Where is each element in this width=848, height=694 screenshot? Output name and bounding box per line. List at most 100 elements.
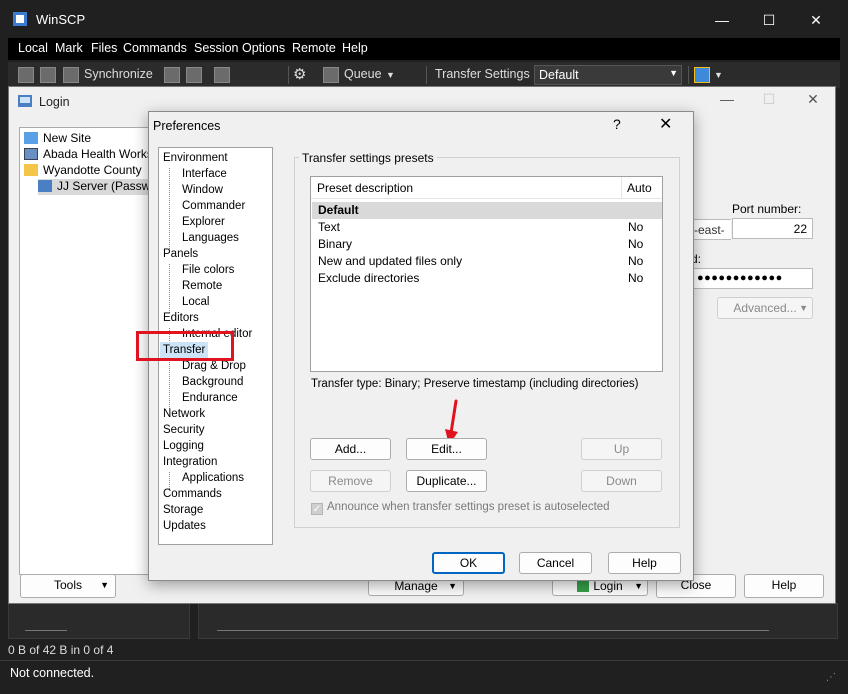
preset-row[interactable]: Binary No [312, 236, 662, 253]
nav-file-colors[interactable]: File colors [182, 262, 234, 278]
menu-files[interactable]: Files [91, 41, 117, 55]
new-site-icon [24, 132, 38, 144]
column-header-description[interactable]: Preset description [311, 177, 622, 199]
queue-icon[interactable] [323, 67, 339, 83]
resize-grip-icon[interactable]: ⋰ [826, 672, 836, 683]
add-preset-button[interactable]: Add... [310, 438, 391, 460]
gear-icon[interactable]: ⚙ [293, 65, 306, 83]
minimize-button[interactable]: — [707, 91, 747, 111]
menu-session[interactable]: Session [194, 41, 238, 55]
synchronize-label[interactable]: Synchronize [84, 67, 153, 81]
preset-description: Default [318, 203, 359, 217]
close-window-button[interactable]: ✕ [794, 6, 838, 34]
checkmark-icon: ✓ [311, 503, 323, 515]
site-label: Wyandotte County [43, 163, 142, 177]
advanced-label: Advanced... [733, 301, 797, 315]
menu-options[interactable]: Options [242, 41, 285, 55]
advanced-button[interactable]: Advanced... ▼ [717, 297, 813, 319]
nav-window[interactable]: Window [182, 182, 223, 198]
preset-description: New and updated files only [318, 254, 463, 268]
port-field[interactable]: 22 [732, 218, 813, 239]
local-panel [8, 603, 190, 639]
menu-commands[interactable]: Commands [123, 41, 187, 55]
nav-network[interactable]: Network [163, 406, 205, 422]
nav-integration[interactable]: Integration [163, 454, 217, 470]
console-icon[interactable] [164, 67, 180, 83]
nav-local[interactable]: Local [182, 294, 210, 310]
site-abada[interactable]: Abada Health Worksp [24, 147, 154, 163]
compare-icon[interactable] [18, 67, 34, 83]
nav-interface[interactable]: Interface [182, 166, 227, 182]
nav-background[interactable]: Background [182, 374, 243, 390]
presets-group-title: Transfer settings presets [299, 151, 437, 165]
chevron-down-icon[interactable]: ▼ [386, 70, 395, 80]
remote-panel [198, 603, 838, 639]
synchronize-icon[interactable] [63, 67, 79, 83]
host-name-field[interactable]: -east- [691, 219, 731, 240]
annotation-highlight-box [136, 331, 234, 361]
preset-row[interactable]: Exclude directories No [312, 270, 662, 287]
nav-languages[interactable]: Languages [182, 230, 239, 246]
cancel-button[interactable]: Cancel [519, 552, 592, 574]
menu-help[interactable]: Help [342, 41, 368, 55]
nav-updates[interactable]: Updates [163, 518, 206, 534]
menu-remote[interactable]: Remote [292, 41, 336, 55]
password-field[interactable]: ●●●●●●●●●●●● [691, 268, 813, 289]
maximize-button[interactable]: ☐ [747, 6, 791, 34]
nav-security[interactable]: Security [163, 422, 205, 438]
site-label: New Site [43, 131, 92, 145]
menu-local[interactable]: Local [18, 41, 48, 55]
transfer-settings-select[interactable]: Default ▼ [534, 65, 682, 85]
preset-row[interactable]: Default [312, 202, 662, 219]
queue-label[interactable]: Queue [344, 67, 382, 81]
preset-description: Text [318, 220, 341, 234]
nav-storage[interactable]: Storage [163, 502, 203, 518]
help-button[interactable]: Help [744, 574, 824, 598]
close-login-button[interactable]: ✕ [793, 91, 833, 111]
sync-browse-icon[interactable] [40, 67, 56, 83]
preset-row[interactable]: Text No [312, 219, 662, 236]
preferences-title: Preferences [153, 119, 221, 133]
site-label: JJ Server (Passwo [57, 179, 155, 193]
preferences-globe-icon[interactable] [694, 67, 710, 83]
site-new[interactable]: New Site [24, 131, 91, 147]
login-button-label: Login [593, 579, 623, 593]
site-tree[interactable]: New Site Abada Health Worksp Wyandotte C… [19, 127, 155, 575]
remove-preset-button[interactable]: Remove [310, 470, 391, 492]
toolbar-separator [288, 66, 289, 84]
tools-button[interactable]: Tools ▼ [20, 574, 116, 598]
presets-list[interactable]: Preset description Auto Default Text No … [310, 176, 663, 372]
nav-logging[interactable]: Logging [163, 438, 204, 454]
putty-icon[interactable] [186, 67, 202, 83]
nav-endurance[interactable]: Endurance [182, 390, 238, 406]
help-button[interactable]: Help [608, 552, 681, 574]
nav-panels[interactable]: Panels [163, 246, 198, 262]
nav-remote[interactable]: Remote [182, 278, 222, 294]
move-down-button[interactable]: Down [581, 470, 662, 492]
nav-applications[interactable]: Applications [182, 470, 244, 486]
minimize-button[interactable]: — [700, 6, 744, 34]
toolbar-separator [688, 66, 689, 84]
nav-environment[interactable]: Environment [163, 150, 228, 166]
help-glyph-button[interactable]: ? [613, 116, 621, 132]
move-up-button[interactable]: Up [581, 438, 662, 460]
nav-commander[interactable]: Commander [182, 198, 245, 214]
nav-commands[interactable]: Commands [163, 486, 222, 502]
announce-autoselect-checkbox[interactable]: ✓ Announce when transfer settings preset … [311, 501, 610, 515]
column-header-auto[interactable]: Auto [622, 177, 662, 199]
panel-divider [217, 630, 769, 631]
site-folder-wyandotte[interactable]: Wyandotte County [24, 163, 142, 179]
ok-button[interactable]: OK [432, 552, 505, 574]
edit-preset-button[interactable]: Edit... [406, 438, 487, 460]
close-icon[interactable]: ✕ [659, 114, 672, 134]
chevron-down-icon[interactable]: ▼ [714, 70, 723, 80]
menu-mark[interactable]: Mark [55, 41, 83, 55]
tree-guide [169, 168, 170, 249]
preset-row[interactable]: New and updated files only No [312, 253, 662, 270]
duplicate-preset-button[interactable]: Duplicate... [406, 470, 487, 492]
nav-explorer[interactable]: Explorer [182, 214, 225, 230]
nav-editors[interactable]: Editors [163, 310, 199, 326]
transfer-settings-label: Transfer Settings [435, 67, 530, 81]
site-jj-server[interactable]: JJ Server (Passwo [38, 179, 155, 195]
terminal-icon[interactable] [214, 67, 230, 83]
